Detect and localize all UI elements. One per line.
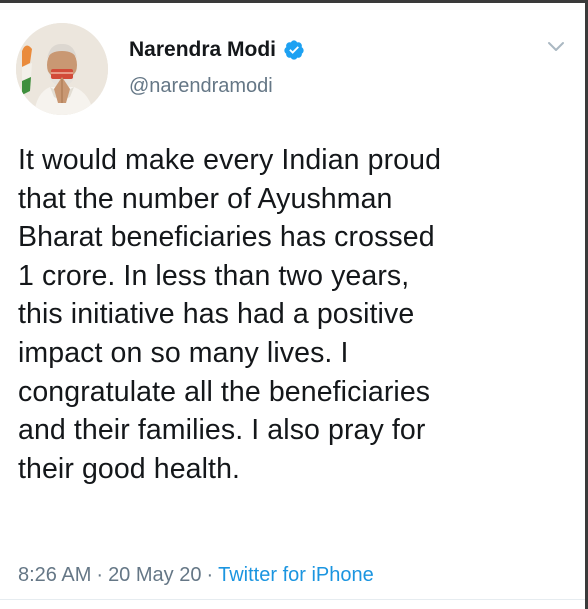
author-name-row: Narendra Modi: [129, 38, 305, 62]
meta-separator: ·: [206, 564, 214, 586]
tweet-time[interactable]: 8:26 AM: [18, 563, 91, 587]
tweet-date[interactable]: 20 May 20: [108, 563, 201, 587]
author-display-name[interactable]: Narendra Modi: [129, 38, 276, 62]
tweet-meta: 8:26 AM · 20 May 20 · Twitter for iPhone: [18, 563, 374, 587]
tweet-source-link[interactable]: Twitter for iPhone: [218, 563, 374, 587]
avatar[interactable]: [16, 23, 108, 115]
verified-badge-icon: [283, 39, 305, 61]
tweet-text: It would make every Indian proud that th…: [18, 144, 442, 485]
chevron-down-icon[interactable]: [547, 41, 565, 53]
avatar-photo: [16, 23, 108, 115]
divider: [0, 599, 585, 600]
meta-separator: ·: [96, 564, 104, 586]
author-handle[interactable]: @narendramodi: [129, 74, 273, 98]
tweet-card: Narendra Modi @narendramodi It would mak…: [0, 3, 585, 609]
